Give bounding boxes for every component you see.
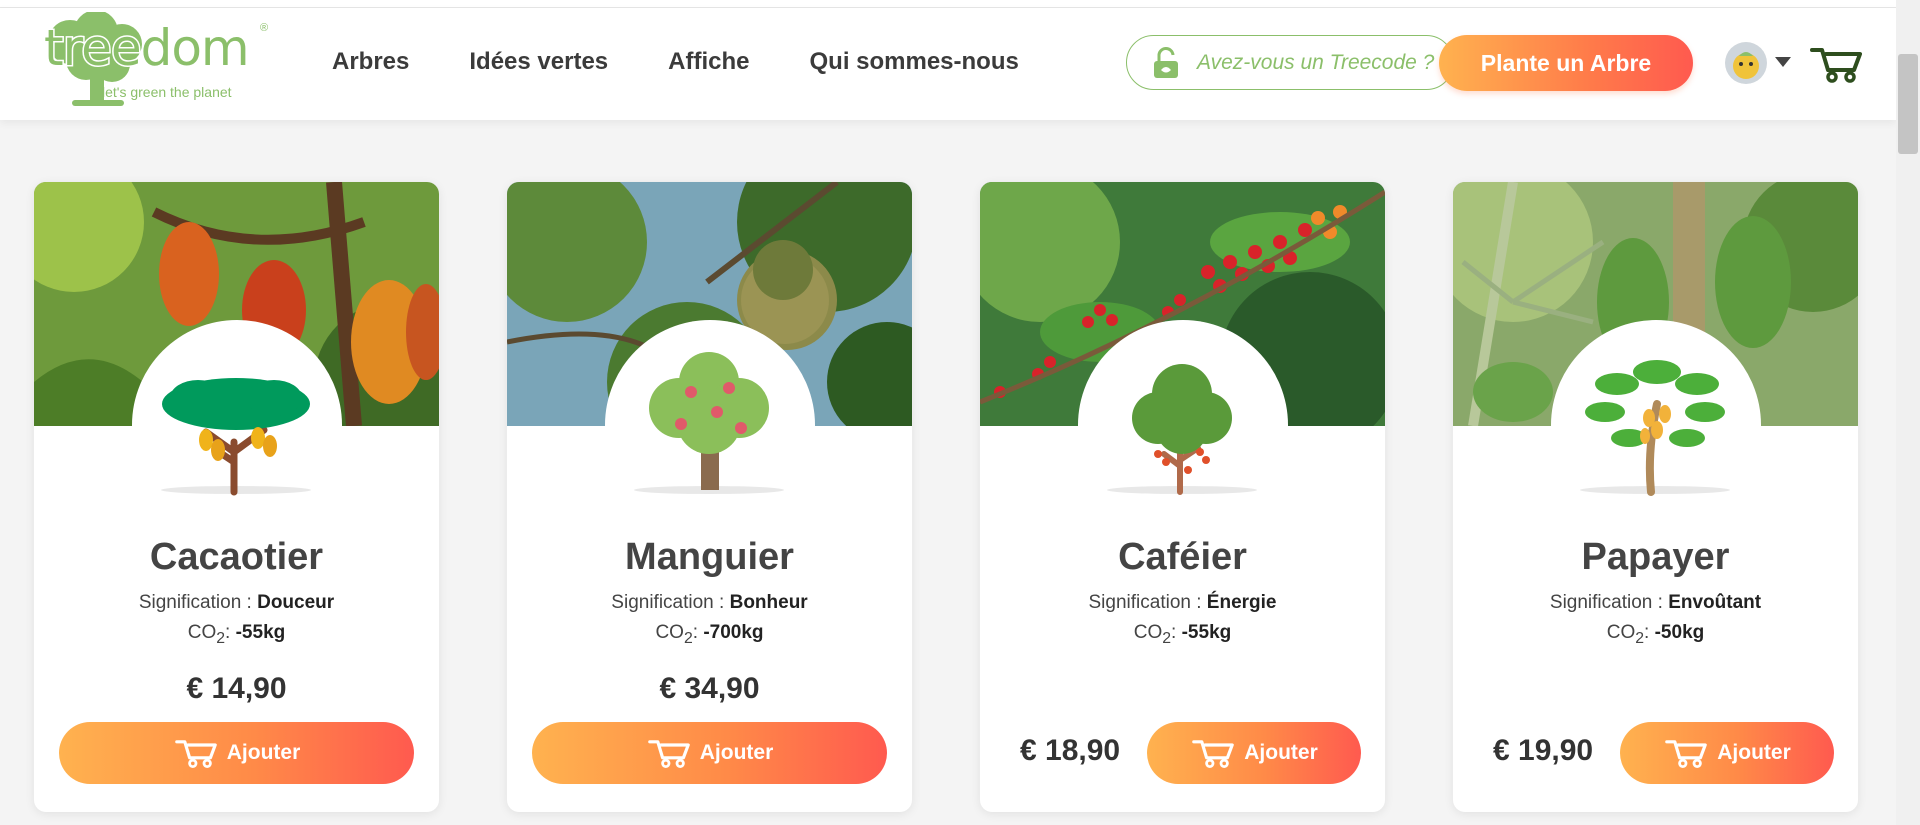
co2-subscript: 2 — [216, 629, 226, 647]
add-button-label: Ajouter — [1244, 741, 1318, 764]
meaning-value: Envoûtant — [1668, 592, 1762, 613]
tree-name: Caféier — [1118, 536, 1247, 578]
tree-meaning: Signification : Énergie — [980, 592, 1385, 614]
plant-tree-button[interactable]: Plante un Arbre — [1439, 35, 1693, 91]
co2-value: -55kg — [1181, 622, 1232, 643]
tree-price: € 18,90 — [1020, 734, 1121, 767]
add-to-cart-button[interactable]: Ajouter — [1147, 722, 1361, 784]
tree-meaning: Signification : Douceur — [34, 592, 439, 614]
tree-card[interactable]: Papayer Signification : Envoûtant CO2: -… — [1453, 182, 1858, 812]
tree-price: € 34,90 — [659, 672, 760, 705]
wheelbarrow-icon — [647, 740, 690, 768]
tree-meaning: Signification : Bonheur — [507, 592, 912, 614]
page-scrollbar-thumb[interactable] — [1898, 54, 1918, 154]
co2-subscript: 2 — [683, 629, 693, 647]
tree-co2: CO2: -50kg — [1453, 622, 1858, 648]
avatar[interactable] — [1725, 42, 1767, 84]
co2-label: CO — [655, 622, 684, 643]
logo-wordmark: treedom — [43, 18, 252, 79]
co2-separator: : — [225, 622, 236, 643]
tree-meaning: Signification : Envoûtant — [1453, 592, 1858, 614]
nav-item-affiche[interactable]: Affiche — [668, 48, 749, 76]
site-header: treedom ® let's green the planet Arbres … — [0, 8, 1896, 120]
add-to-cart-button[interactable]: Ajouter — [1620, 722, 1834, 784]
co2-value: -50kg — [1654, 622, 1705, 643]
logo-registered-mark: ® — [260, 22, 269, 34]
add-button-label: Ajouter — [1717, 741, 1791, 764]
avatar-icon — [1725, 42, 1767, 84]
wheelbarrow-icon — [174, 740, 217, 768]
meaning-value: Bonheur — [729, 592, 808, 613]
tree-name: Papayer — [1581, 536, 1730, 578]
tree-card[interactable]: Cacaotier Signification : Douceur CO2: -… — [34, 182, 439, 812]
wheelbarrow-icon — [1665, 740, 1708, 768]
tree-name: Manguier — [625, 536, 794, 578]
meaning-value: Douceur — [257, 592, 335, 613]
mango-tree-icon — [634, 352, 784, 494]
tree-co2: CO2: -55kg — [34, 622, 439, 648]
nav-item-idees-vertes[interactable]: Idées vertes — [469, 48, 608, 76]
meaning-label: Signification : — [1088, 592, 1207, 613]
meaning-label: Signification : — [1549, 592, 1669, 613]
tree-price: € 14,90 — [186, 672, 287, 705]
co2-separator: : — [1644, 622, 1655, 643]
co2-subscript: 2 — [1162, 629, 1172, 647]
meaning-label: Signification : — [138, 592, 258, 613]
main-nav: Arbres Idées vertes Affiche Qui sommes-n… — [332, 48, 1019, 76]
meaning-value: Énergie — [1206, 592, 1277, 613]
papaya-tree-icon — [1580, 360, 1730, 496]
co2-separator: : — [1171, 622, 1182, 643]
nav-item-qui-sommes-nous[interactable]: Qui sommes-nous — [809, 48, 1018, 76]
co2-label: CO — [187, 622, 217, 643]
co2-value: -700kg — [703, 622, 764, 643]
browser-top-strip — [0, 0, 1896, 8]
tree-card[interactable]: Caféier Signification : Énergie CO2: -55… — [980, 182, 1385, 812]
add-to-cart-button[interactable]: Ajouter — [532, 722, 887, 784]
meaning-label: Signification : — [611, 592, 730, 613]
logo-tagline: let's green the planet — [102, 84, 232, 100]
treedom-logo[interactable]: treedom ® let's green the planet — [20, 12, 270, 108]
account-chevron-down-icon[interactable] — [1775, 57, 1791, 67]
add-to-cart-button[interactable]: Ajouter — [59, 722, 414, 784]
add-button-label: Ajouter — [226, 741, 301, 764]
treecode-label: Avez-vous un Treecode ? — [1197, 50, 1435, 74]
co2-label: CO — [1606, 622, 1636, 643]
tree-co2: CO2: -55kg — [980, 622, 1385, 648]
tree-price: € 19,90 — [1493, 734, 1594, 767]
tree-card[interactable]: Manguier Signification : Bonheur CO2: -7… — [507, 182, 912, 812]
unlock-icon — [1154, 46, 1178, 78]
add-button-label: Ajouter — [699, 741, 774, 764]
tree-name: Cacaotier — [149, 536, 324, 578]
wheelbarrow-icon — [1192, 740, 1235, 768]
treecode-button[interactable]: Avez-vous un Treecode ? — [1126, 35, 1454, 90]
tree-co2: CO2: -700kg — [507, 622, 912, 648]
cacao-tree-icon — [161, 378, 311, 496]
wheelbarrow-cart-icon[interactable] — [1810, 44, 1862, 84]
coffee-tree-icon — [1107, 364, 1257, 495]
co2-subscript: 2 — [1635, 629, 1645, 647]
co2-separator: : — [692, 622, 704, 643]
co2-label: CO — [1133, 622, 1163, 643]
nav-item-arbres[interactable]: Arbres — [332, 48, 409, 76]
co2-value: -55kg — [235, 622, 286, 643]
